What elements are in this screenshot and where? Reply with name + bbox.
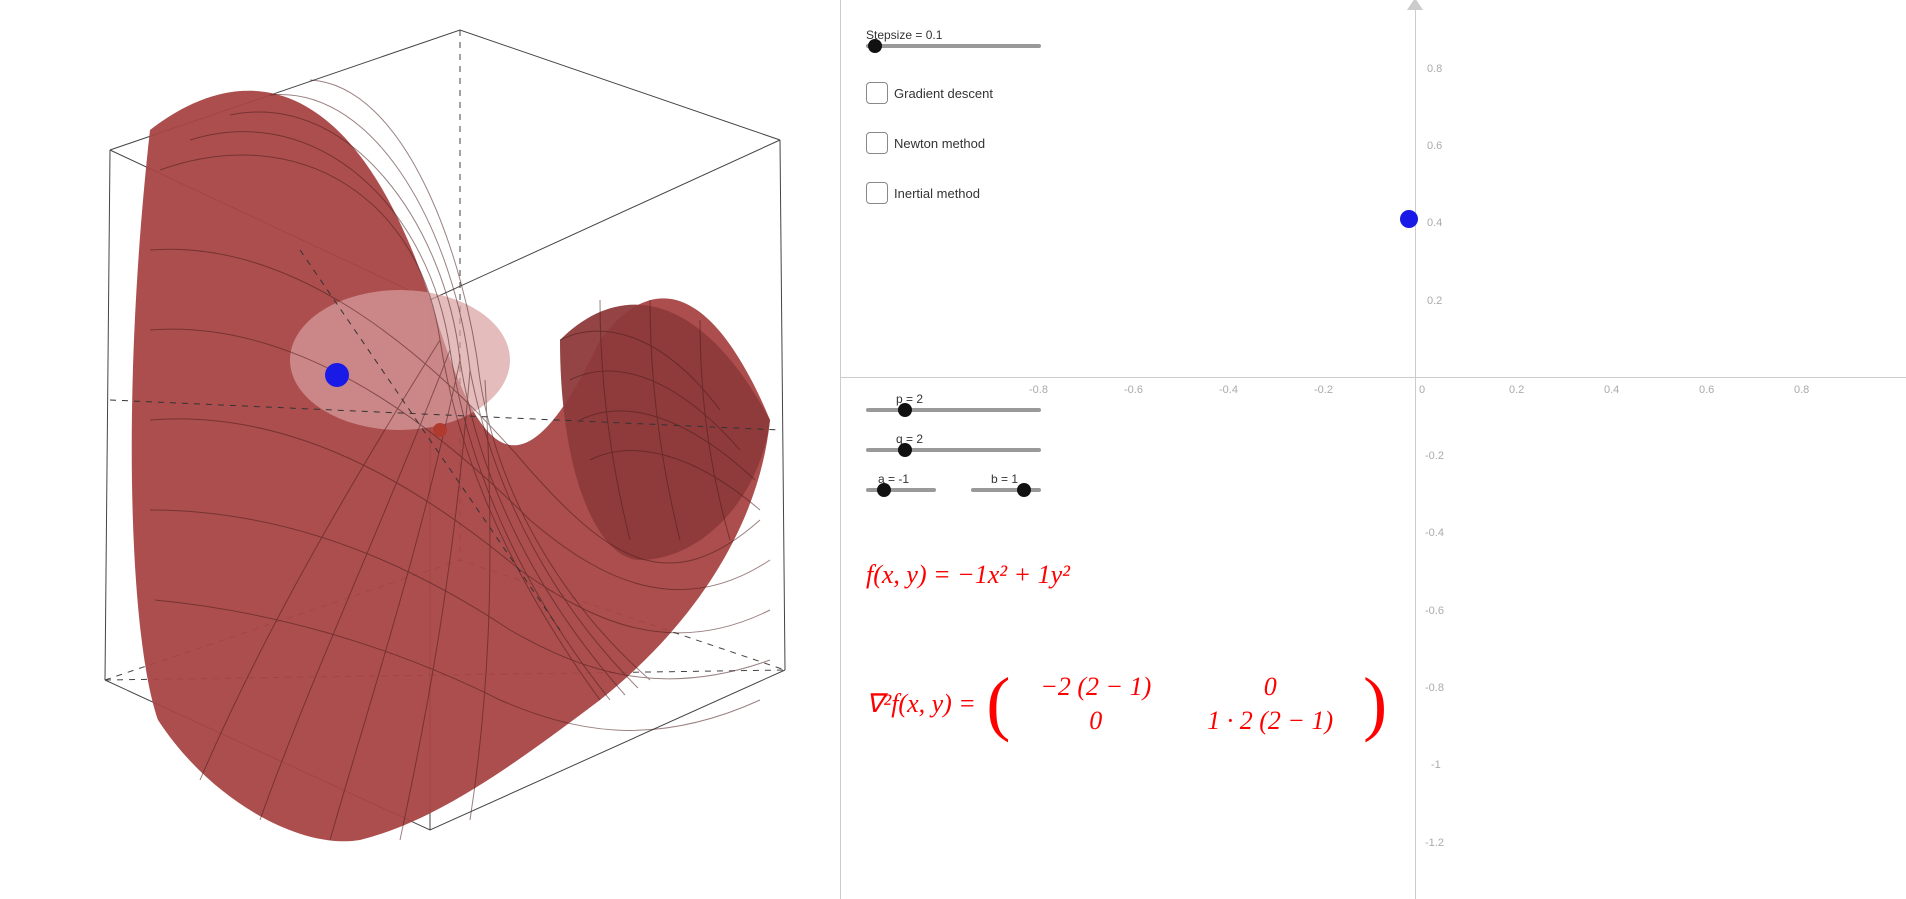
y-tick: 0.2 xyxy=(1427,295,1442,307)
x-tick: 0.8 xyxy=(1794,384,1809,396)
q-track[interactable] xyxy=(866,448,1041,452)
y-tick: -1 xyxy=(1431,759,1441,771)
y-tick: -0.6 xyxy=(1425,605,1444,617)
y-tick: 0.4 xyxy=(1427,217,1442,229)
x-tick: 0.4 xyxy=(1604,384,1619,396)
formula-f-text: f(x, y) = −1x² + 1y² xyxy=(866,560,1070,589)
surface-3d-svg[interactable] xyxy=(0,0,840,899)
inertial-method-label: Inertial method xyxy=(894,186,980,201)
p-slider[interactable]: p = 2 xyxy=(866,392,1041,412)
a-slider[interactable]: a = -1 xyxy=(866,472,936,492)
inertial-method-checkbox[interactable] xyxy=(866,182,888,204)
q-thumb[interactable] xyxy=(898,443,912,457)
formula-f: f(x, y) = −1x² + 1y² xyxy=(866,560,1070,590)
stepsize-label: Stepsize = 0.1 xyxy=(866,28,1041,42)
hessian-r1c1: −2 (2 − 1) xyxy=(1012,670,1179,704)
b-slider[interactable]: b = 1 xyxy=(971,472,1041,492)
newton-method-label: Newton method xyxy=(894,136,985,151)
p-thumb[interactable] xyxy=(898,403,912,417)
newton-method-checkbox-row: Newton method xyxy=(866,132,985,154)
x-tick: 0 xyxy=(1419,384,1425,396)
gradient-descent-checkbox-row: Gradient descent xyxy=(866,82,993,104)
hessian-rparen-icon: ) xyxy=(1363,675,1387,733)
y-tick: -0.8 xyxy=(1425,682,1444,694)
hessian-r1c2: 0 xyxy=(1179,670,1361,704)
stepsize-thumb[interactable] xyxy=(868,39,882,53)
x-tick: -0.6 xyxy=(1124,384,1143,396)
x-axis-line xyxy=(841,377,1906,378)
panel-3d-view[interactable] xyxy=(0,0,841,899)
hessian-lparen-icon: ( xyxy=(986,675,1010,733)
saddle-surface xyxy=(132,80,770,841)
b-thumb[interactable] xyxy=(1017,483,1031,497)
q-label: q = 2 xyxy=(866,432,1041,446)
b-track[interactable] xyxy=(971,488,1041,492)
blue-point-3d[interactable] xyxy=(325,363,349,387)
p-label: p = 2 xyxy=(866,392,1041,406)
y-axis-arrow xyxy=(1407,0,1423,12)
stepsize-slider[interactable]: Stepsize = 0.1 xyxy=(866,28,1041,48)
a-track[interactable] xyxy=(866,488,936,492)
hessian-r2c1: 0 xyxy=(1012,704,1179,738)
x-tick: 0.2 xyxy=(1509,384,1524,396)
x-tick: -0.2 xyxy=(1314,384,1333,396)
y-axis-line xyxy=(1415,0,1416,899)
a-thumb[interactable] xyxy=(877,483,891,497)
gradient-descent-label: Gradient descent xyxy=(894,86,993,101)
gradient-descent-checkbox[interactable] xyxy=(866,82,888,104)
y-tick: 0.8 xyxy=(1427,63,1442,75)
blue-point-2d[interactable] xyxy=(1400,210,1418,228)
formula-hessian: ∇²f(x, y) = ( −2 (2 − 1) 0 0 1 · 2 (2 − … xyxy=(866,670,1387,738)
p-track[interactable] xyxy=(866,408,1041,412)
x-tick: 0.6 xyxy=(1699,384,1714,396)
y-tick: 0.6 xyxy=(1427,140,1442,152)
hessian-prefix: ∇²f(x, y) = xyxy=(866,689,982,719)
hessian-r2c2: 1 · 2 (2 − 1) xyxy=(1179,704,1361,738)
a-label: a = -1 xyxy=(866,472,936,486)
b-label: b = 1 xyxy=(971,472,1041,486)
red-point-3d xyxy=(433,423,447,437)
y-tick: -0.4 xyxy=(1425,527,1444,539)
y-tick: -0.2 xyxy=(1425,450,1444,462)
stepsize-track[interactable] xyxy=(866,44,1041,48)
newton-method-checkbox[interactable] xyxy=(866,132,888,154)
x-tick: -0.4 xyxy=(1219,384,1238,396)
panel-2d-view[interactable]: -0.8 -0.6 -0.4 -0.2 0 0.2 0.4 0.6 0.8 0.… xyxy=(841,0,1906,899)
y-tick: -1.2 xyxy=(1425,837,1444,849)
q-slider[interactable]: q = 2 xyxy=(866,432,1041,452)
inertial-method-checkbox-row: Inertial method xyxy=(866,182,980,204)
